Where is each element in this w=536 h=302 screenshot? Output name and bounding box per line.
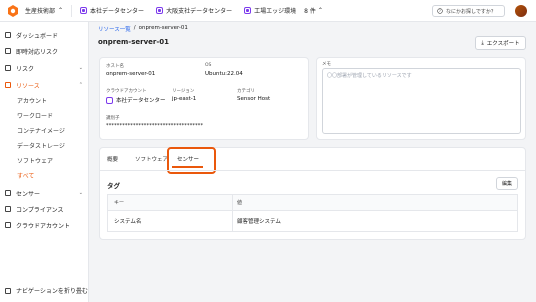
environment-icon (106, 96, 113, 104)
divider (71, 4, 73, 17)
breadcrumb-parent-link[interactable]: リソース一覧 (98, 25, 131, 33)
category-label: カテゴリ (237, 89, 255, 94)
chevron-updown-icon: ⌃ (317, 7, 323, 14)
sidebar-item-cloud-accounts[interactable]: クラウドアカウント (5, 220, 85, 230)
sidebar-item-label: リスク (16, 65, 35, 73)
cloud-account-label: クラウドアカウント (106, 89, 147, 94)
os-label: OS (205, 63, 212, 68)
header-key: キー (108, 195, 233, 210)
breadcrumb: リソース一覧 / onprem-server-01 (98, 25, 188, 33)
cloud-account-value: 本社データセンター (106, 96, 166, 104)
page-title: onprem-server-01 (98, 38, 169, 46)
sidebar-item-compliance[interactable]: コンプライアンス (5, 204, 85, 214)
memo-textarea[interactable]: 〇〇部署が管理しているリソースです (322, 68, 521, 134)
sidebar-item-resources[interactable]: リソース ⌃ (5, 80, 85, 90)
env-count: 8 件 (304, 8, 316, 15)
sidebar-item-label: リソース (16, 82, 40, 90)
tab-software[interactable]: ソフトウェア (135, 155, 168, 163)
sidebar-subitem-container-images[interactable]: コンテナイメージ (17, 126, 65, 135)
sidebar-item-risks[interactable]: リスク ⌄ (5, 63, 85, 73)
search-placeholder: なにかお探しですか？ (446, 8, 496, 15)
sidebar-item-label: ダッシュボード (16, 32, 59, 40)
sidebar-item-urgent-risks[interactable]: 即時対応リスク (5, 46, 85, 56)
sidebar-subitem-all[interactable]: すべて (17, 171, 34, 180)
download-icon: ⤓ (481, 39, 484, 46)
identifier-label: 識別子 (106, 116, 120, 121)
collapse-icon (5, 287, 11, 294)
tag-value: 顧客管理システム (237, 219, 281, 225)
tags-table: キー 値 システム名 顧客管理システム (107, 194, 518, 232)
warning-icon (5, 65, 11, 71)
environment-icon (244, 7, 252, 14)
org-selector[interactable]: 生産技術部 ⌃ (25, 6, 63, 15)
sidebar: ダッシュボード 即時対応リスク リスク ⌄ リソース ⌃ アカウント ワークロー… (0, 22, 89, 302)
sidebar-item-dashboard[interactable]: ダッシュボード (5, 30, 85, 40)
memo-label: メモ (322, 62, 331, 67)
sidebar-item-label: コンプライアンス (16, 206, 64, 214)
breadcrumb-current: onprem-server-01 (138, 25, 188, 31)
chevron-down-icon: ⌄ (78, 65, 83, 71)
export-button[interactable]: ⤓ エクスポート (475, 36, 526, 50)
env-label: 工場エッジ環境 (254, 8, 297, 15)
env-count-dropdown[interactable]: 8 件 ⌃ (304, 6, 323, 15)
sidebar-item-sensors[interactable]: センサー ⌄ (5, 188, 85, 198)
tag-key: システム名 (108, 211, 233, 231)
env-chip-1[interactable]: 本社データセンター (80, 6, 144, 15)
sidebar-subitem-workloads[interactable]: ワークロード (17, 111, 53, 120)
sidebar-subitem-data-storage[interactable]: データストレージ (17, 141, 65, 150)
sidebar-item-label: クラウドアカウント (16, 222, 71, 230)
identifier-value: ************************************ (106, 123, 204, 129)
table-row: システム名 顧客管理システム (108, 211, 517, 231)
dashboard-icon (5, 32, 11, 38)
user-avatar[interactable] (515, 5, 527, 17)
app-logo-icon (8, 4, 18, 17)
region-label: リージョン (172, 89, 195, 94)
header-value: 値 (237, 200, 243, 206)
search-box[interactable]: ? なにかお探しですか？ (432, 5, 505, 17)
region-value: jp-east-1 (172, 96, 197, 102)
memo-card: メモ 〇〇部署が管理しているリソースです (316, 57, 526, 140)
table-header-row: キー 値 (108, 195, 517, 211)
environment-icon (156, 7, 164, 14)
chevron-down-icon: ⌄ (78, 190, 83, 196)
env-label: 本社データセンター (90, 8, 145, 15)
cloud-account-text: 本社データセンター (116, 98, 166, 104)
org-name: 生産技術部 (25, 8, 56, 15)
memo-placeholder: 〇〇部署が管理しているリソースです (327, 73, 412, 79)
sidebar-item-label: 即時対応リスク (16, 48, 59, 56)
sensor-icon (5, 190, 11, 196)
env-chip-3[interactable]: 工場エッジ環境 (244, 6, 296, 15)
compliance-icon (5, 206, 11, 212)
sidebar-subitem-software[interactable]: ソフトウェア (17, 156, 53, 165)
tags-section-title: タグ (107, 182, 120, 190)
resource-details-card: ホスト名 onprem-server-01 OS Ubuntu:22.04 クラ… (99, 57, 309, 140)
collapse-nav-button[interactable]: ナビゲーションを折り畳む (5, 286, 88, 295)
env-chip-2[interactable]: 大阪支社データセンター (156, 6, 232, 15)
tab-divider (99, 170, 526, 171)
sidebar-item-label: センサー (16, 190, 41, 198)
environment-icon (80, 7, 88, 14)
hostname-label: ホスト名 (106, 64, 124, 69)
help-icon: ? (437, 8, 443, 14)
env-label: 大阪支社データセンター (166, 8, 233, 15)
export-label: エクスポート (486, 41, 520, 47)
svg-text:?: ? (439, 9, 441, 13)
cloud-icon (5, 222, 11, 228)
breadcrumb-separator: / (133, 25, 136, 31)
alert-icon (5, 48, 11, 54)
chevron-up-icon: ⌃ (78, 82, 83, 88)
sidebar-subitem-accounts[interactable]: アカウント (17, 96, 47, 105)
category-value: Sensor Host (237, 96, 271, 102)
os-value: Ubuntu:22.04 (205, 71, 243, 77)
tab-overview[interactable]: 概要 (107, 155, 118, 163)
edit-tags-button[interactable]: 編集 (496, 177, 518, 190)
collapse-label: ナビゲーションを折り畳む (16, 288, 88, 295)
chevron-updown-icon: ⌃ (58, 7, 64, 14)
hostname-value: onprem-server-01 (106, 71, 156, 77)
resource-icon (5, 82, 11, 88)
